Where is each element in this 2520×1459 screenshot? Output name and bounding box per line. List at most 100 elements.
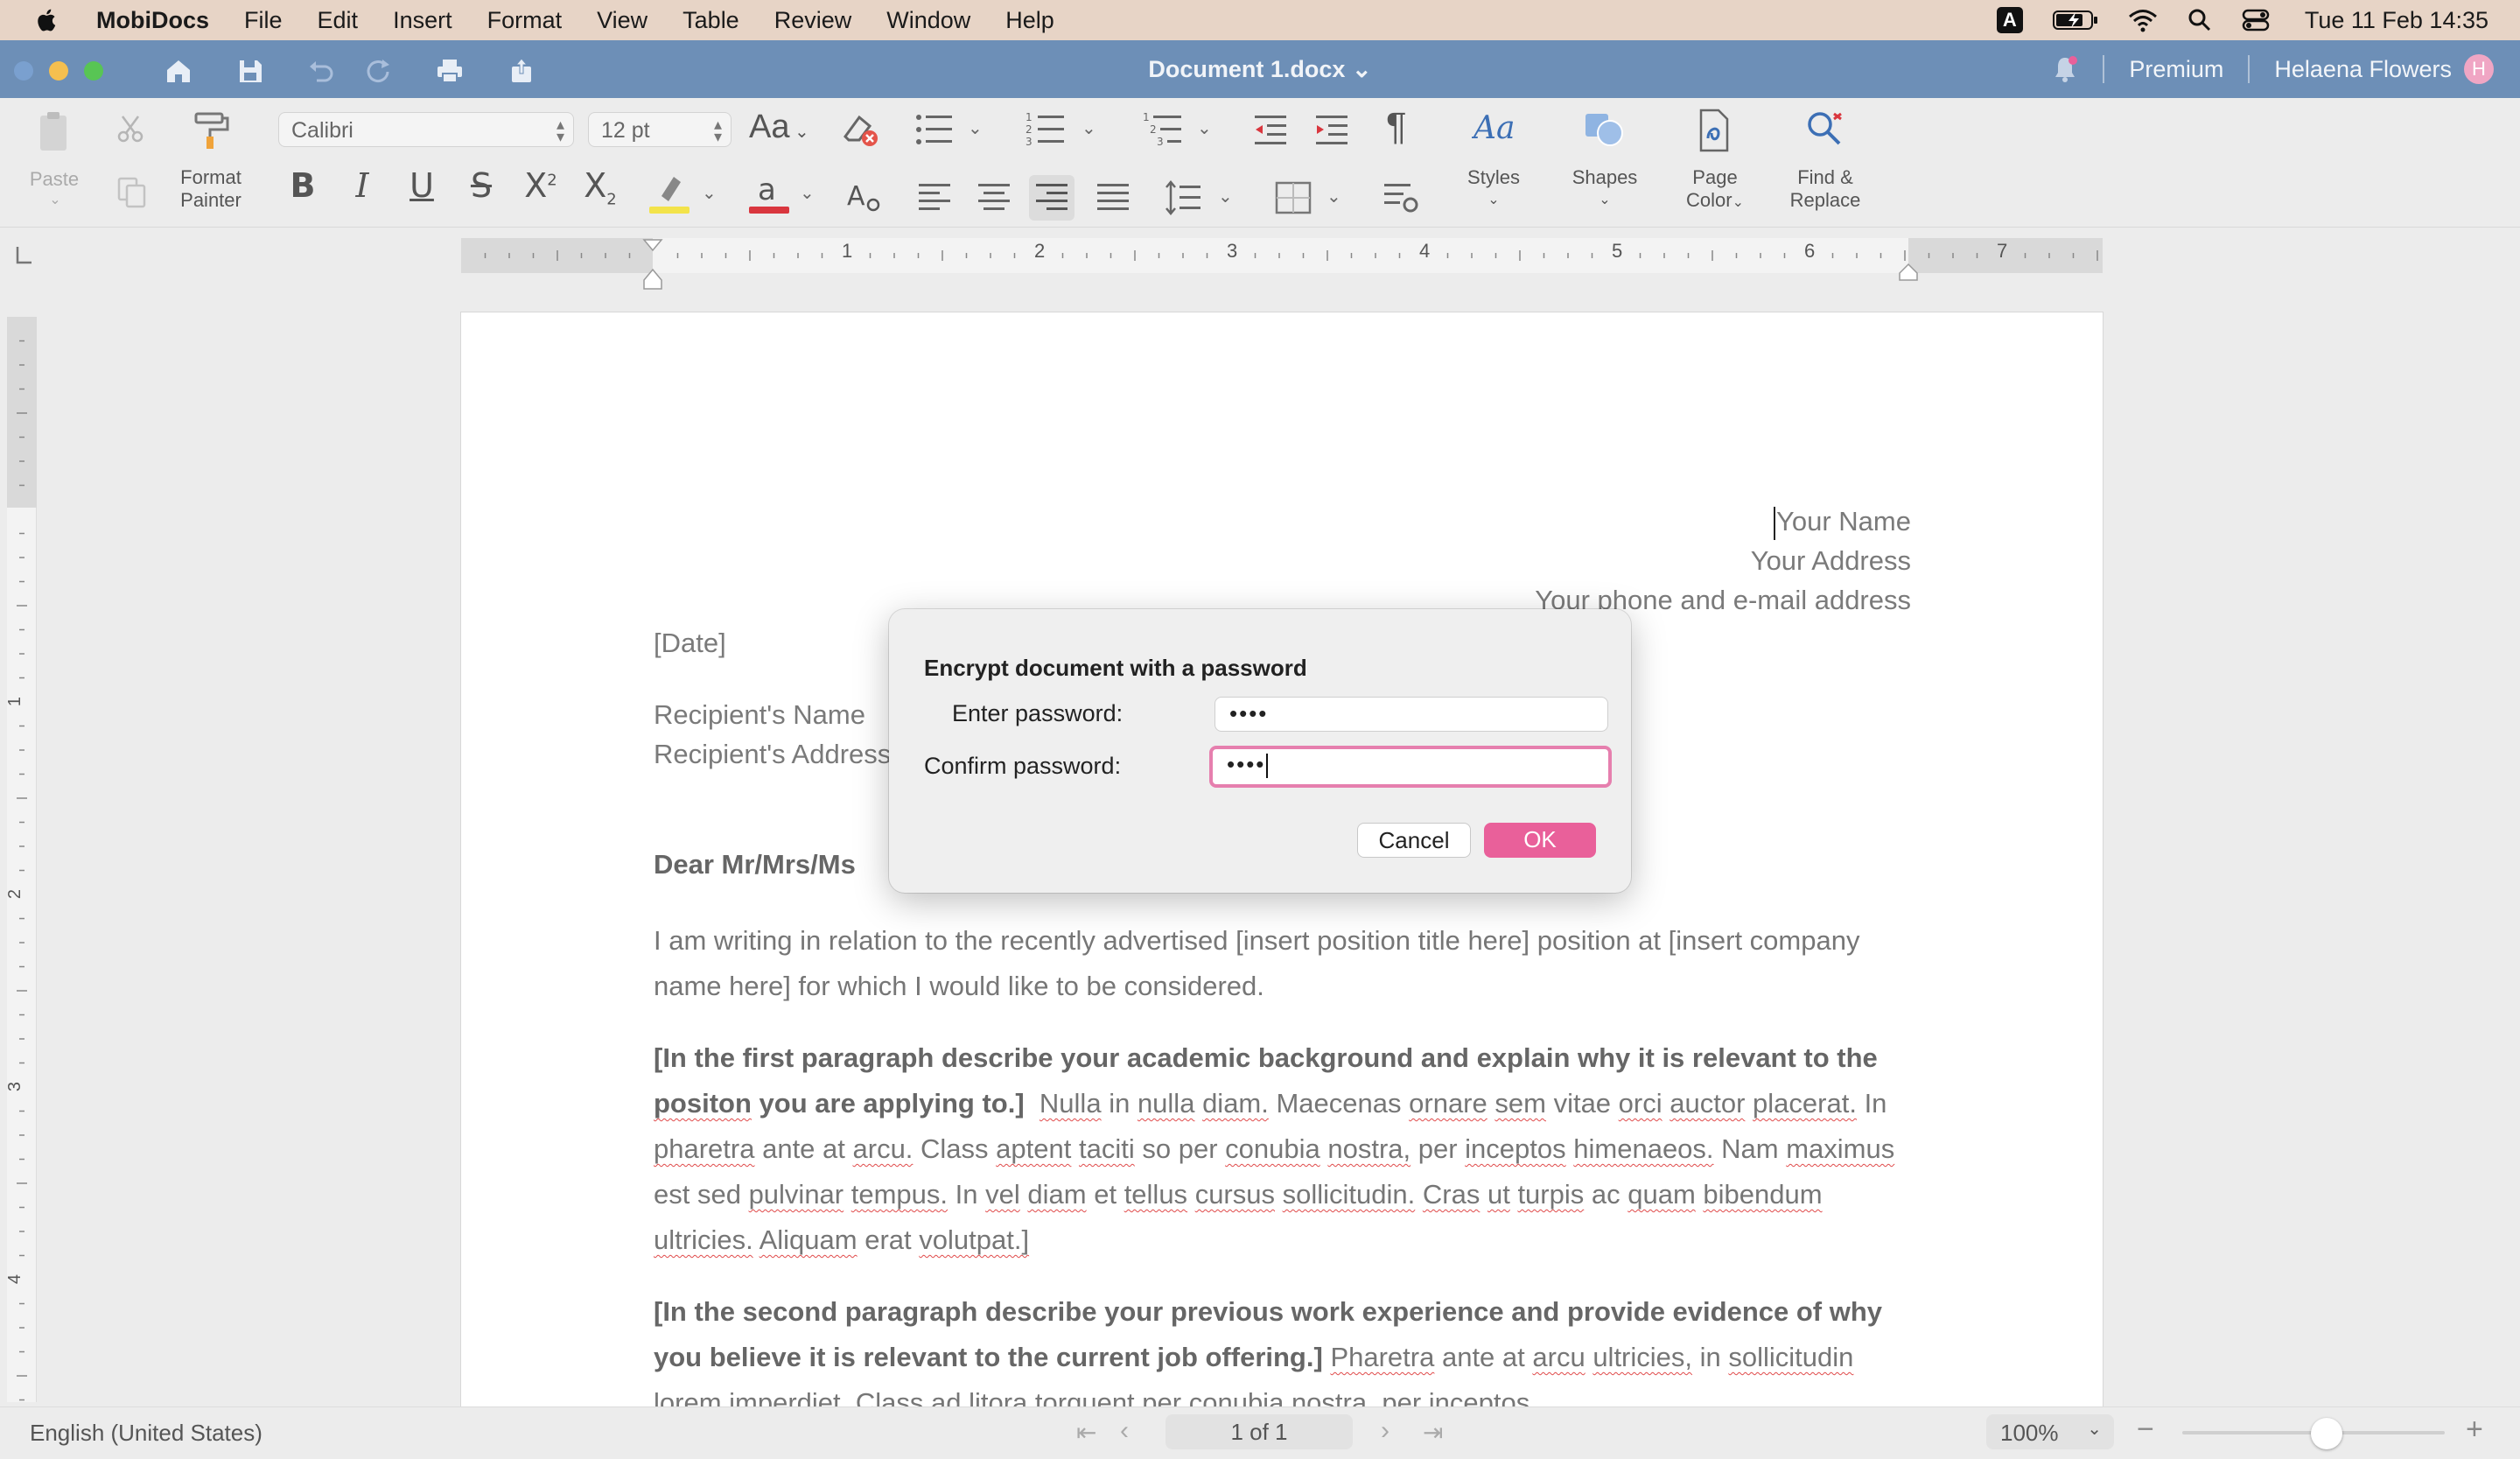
- multilevel-list-icon[interactable]: 123: [1143, 110, 1185, 149]
- chevron-down-icon[interactable]: ⌄: [702, 182, 717, 204]
- chevron-down-icon[interactable]: ⌄: [1197, 117, 1212, 139]
- menu-file[interactable]: File: [244, 7, 283, 34]
- menu-edit[interactable]: Edit: [318, 7, 359, 34]
- justify-icon[interactable]: [1096, 180, 1130, 215]
- spotlight-search-icon[interactable]: [2188, 8, 2212, 32]
- premium-link[interactable]: Premium: [2129, 56, 2223, 83]
- menu-format[interactable]: Format: [487, 7, 563, 34]
- shapes-icon[interactable]: [1582, 109, 1628, 151]
- menu-review[interactable]: Review: [774, 7, 852, 34]
- font-color-icon[interactable]: a: [749, 172, 789, 215]
- zoom-in-icon[interactable]: +: [2466, 1413, 2483, 1447]
- vertical-ruler[interactable]: 1 2 3 4: [5, 317, 37, 1402]
- salutation[interactable]: Dear Mr/Mrs/Ms: [654, 849, 856, 880]
- show-formatting-marks-button[interactable]: ¶: [1386, 105, 1407, 149]
- zoom-slider-handle[interactable]: [2311, 1418, 2342, 1449]
- menu-view[interactable]: View: [597, 7, 648, 34]
- user-name[interactable]: Helaena Flowers: [2274, 56, 2452, 83]
- line-spacing-icon[interactable]: [1164, 179, 1202, 217]
- bullet-list-icon[interactable]: [914, 110, 956, 149]
- chevron-down-icon[interactable]: ⌄: [42, 189, 68, 212]
- ok-button[interactable]: OK: [1484, 823, 1596, 858]
- strikethrough-button[interactable]: S: [462, 166, 500, 205]
- control-center-icon[interactable]: [2242, 8, 2270, 32]
- menu-window[interactable]: Window: [886, 7, 970, 34]
- font-size-select[interactable]: 12 pt ▴ ▾: [588, 112, 732, 147]
- shapes-button[interactable]: Shapes ⌄: [1563, 166, 1647, 212]
- tab-stop-selector-icon[interactable]: [10, 243, 35, 268]
- user-avatar[interactable]: H: [2464, 54, 2494, 84]
- paragraph-intro[interactable]: I am writing in relation to the recently…: [654, 918, 1922, 1009]
- svg-text:1: 1: [1143, 111, 1150, 123]
- find-replace-icon[interactable]: [1802, 107, 1848, 152]
- indent-marker-icon[interactable]: [642, 238, 663, 292]
- confirm-password-field[interactable]: ••••: [1209, 746, 1612, 788]
- increase-indent-icon[interactable]: [1312, 112, 1351, 147]
- styles-icon[interactable]: Aa: [1472, 107, 1516, 147]
- recipient-address[interactable]: Recipient's Address: [654, 739, 891, 770]
- sender-name[interactable]: Your Name: [1774, 506, 1911, 540]
- wifi-icon[interactable]: [2128, 8, 2158, 32]
- highlight-color-icon[interactable]: [649, 172, 690, 215]
- page-indicator[interactable]: 1 of 1: [1166, 1414, 1353, 1449]
- notification-bell-icon[interactable]: [2052, 55, 2078, 83]
- input-source-icon[interactable]: A: [1996, 7, 2023, 33]
- chevron-down-icon[interactable]: ⌄: [968, 117, 983, 139]
- font-family-select[interactable]: Calibri ▴ ▾: [278, 112, 574, 147]
- previous-page-icon[interactable]: ‹: [1120, 1416, 1129, 1446]
- enter-password-field[interactable]: ••••: [1214, 697, 1608, 732]
- cut-icon[interactable]: [116, 114, 145, 144]
- page-color-button[interactable]: Page Color⌄: [1673, 166, 1757, 214]
- text-effects-icon[interactable]: A: [845, 179, 882, 215]
- paste-label[interactable]: Paste: [18, 168, 91, 191]
- text-cursor: [1266, 754, 1269, 779]
- chevron-down-icon[interactable]: ⌄: [800, 182, 815, 204]
- format-painter-label[interactable]: Format Painter: [172, 166, 250, 212]
- menubar-clock[interactable]: Tue 11 Feb 14:35: [2305, 7, 2488, 34]
- menu-insert[interactable]: Insert: [393, 7, 452, 34]
- borders-icon[interactable]: [1274, 180, 1312, 215]
- format-painter-icon[interactable]: [191, 109, 231, 152]
- battery-icon[interactable]: [2052, 9, 2098, 32]
- find-replace-button[interactable]: Find & Replace: [1782, 166, 1869, 212]
- apple-logo-icon[interactable]: [33, 6, 61, 34]
- chevron-down-icon[interactable]: ⌄: [1326, 186, 1341, 207]
- change-case-button[interactable]: Aa ⌄: [749, 109, 809, 146]
- cancel-button[interactable]: Cancel: [1357, 823, 1471, 858]
- copy-icon[interactable]: [116, 175, 149, 208]
- first-page-icon[interactable]: ⇤: [1076, 1418, 1096, 1447]
- last-page-icon[interactable]: ⇥: [1423, 1418, 1443, 1447]
- svg-text:a: a: [758, 172, 776, 207]
- paragraph-experience[interactable]: [In the second paragraph describe your p…: [654, 1289, 1922, 1406]
- superscript-button[interactable]: X2: [522, 166, 560, 205]
- app-menu-mobidocs[interactable]: MobiDocs: [96, 7, 209, 34]
- align-center-icon[interactable]: [976, 180, 1012, 215]
- align-left-icon[interactable]: [917, 180, 952, 215]
- bold-button[interactable]: B: [284, 166, 322, 205]
- language-indicator[interactable]: English (United States): [30, 1420, 262, 1447]
- paste-icon[interactable]: [35, 109, 75, 156]
- clear-formatting-icon[interactable]: [840, 110, 880, 149]
- right-indent-marker-icon[interactable]: [1898, 238, 1919, 282]
- align-right-icon[interactable]: [1034, 180, 1069, 215]
- underline-button[interactable]: U: [402, 166, 441, 205]
- styles-button[interactable]: Styles ⌄: [1456, 166, 1531, 212]
- numbered-list-icon[interactable]: 123: [1026, 110, 1068, 149]
- zoom-select[interactable]: 100% ⌄: [1986, 1414, 2114, 1449]
- zoom-out-icon[interactable]: −: [2137, 1413, 2154, 1447]
- recipient-name[interactable]: Recipient's Name: [654, 699, 865, 731]
- menu-table[interactable]: Table: [682, 7, 739, 34]
- sender-address[interactable]: Your Address: [1751, 545, 1911, 577]
- paragraph-academic[interactable]: [In the first paragraph describe your ac…: [654, 1035, 1922, 1263]
- italic-button[interactable]: I: [343, 166, 382, 205]
- subscript-button[interactable]: X2: [581, 166, 620, 209]
- chevron-down-icon[interactable]: ⌄: [1082, 117, 1096, 139]
- horizontal-ruler[interactable]: 1 2 3 4 5 6 7: [461, 238, 2103, 290]
- menu-help[interactable]: Help: [1005, 7, 1054, 34]
- decrease-indent-icon[interactable]: [1251, 112, 1290, 147]
- chevron-down-icon[interactable]: ⌄: [1218, 186, 1233, 207]
- page-color-icon[interactable]: [1692, 107, 1734, 154]
- next-page-icon[interactable]: ›: [1381, 1416, 1390, 1446]
- paragraph-settings-icon[interactable]: [1382, 180, 1419, 215]
- letter-date[interactable]: [Date]: [654, 628, 726, 659]
